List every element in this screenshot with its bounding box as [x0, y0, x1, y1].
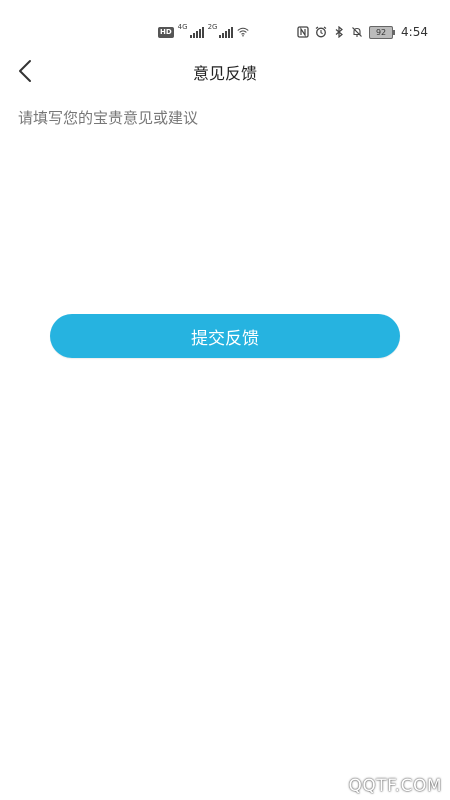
battery-indicator: 92	[369, 25, 396, 39]
header: 意见反馈	[0, 50, 450, 92]
submit-feedback-button[interactable]: 提交反馈	[50, 314, 400, 358]
status-time: 4:54	[401, 25, 428, 39]
hd-badge: HD	[158, 26, 174, 38]
watermark: QQTF.COM	[348, 776, 442, 796]
feedback-input[interactable]	[18, 104, 432, 294]
status-bar-left: HD 4G 2G	[158, 23, 250, 40]
sim1-network-label: 4G	[177, 23, 188, 31]
mute-icon	[352, 27, 362, 37]
bluetooth-icon	[335, 26, 343, 38]
sim2-network-label: 2G	[207, 23, 218, 31]
nfc-icon	[297, 26, 309, 38]
wifi-icon	[237, 27, 250, 37]
page-title: 意见反馈	[192, 64, 257, 83]
signal-icon	[219, 26, 234, 38]
signal-icon	[189, 26, 204, 38]
status-bar-right: 92 4:54	[297, 24, 428, 40]
alarm-icon	[315, 26, 327, 38]
